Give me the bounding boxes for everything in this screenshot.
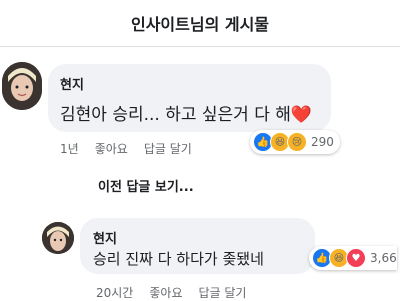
reply-reactions[interactable]: 👍 😆 ♥ 3,66 xyxy=(309,246,397,270)
sad-reaction-icon: 😢 xyxy=(287,132,307,152)
reply-reply-link[interactable]: 답글 달기 xyxy=(198,284,246,301)
comment-actions: 1년 좋아요 답글 달기 xyxy=(60,140,192,157)
view-previous-replies-link[interactable]: 이전 답글 보기... xyxy=(98,176,194,195)
reaction-count: 290 xyxy=(311,135,334,149)
comment-time: 1년 xyxy=(60,142,79,156)
comment-like-link[interactable]: 좋아요 xyxy=(95,140,128,157)
comment-text-body: 김현아 승리... 하고 싶은거 다 해 xyxy=(60,105,291,125)
avatar[interactable] xyxy=(42,222,74,254)
comment-author[interactable]: 현지 xyxy=(60,74,84,93)
heart-emoji: ❤️ xyxy=(290,105,313,125)
reply-time: 20시간 xyxy=(96,286,134,300)
love-reaction-icon: ♥ xyxy=(346,248,366,268)
comment-text: 김현아 승리... 하고 싶은거 다 해❤️ xyxy=(60,100,312,125)
comment-reactions[interactable]: 👍 😆 😢 290 xyxy=(250,130,340,154)
reply-actions: 20시간 좋아요 답글 달기 xyxy=(96,284,246,301)
reaction-count: 3,66 xyxy=(370,251,397,265)
page-title: 인사이트님의 게시물 xyxy=(130,15,270,34)
comment-reply-link[interactable]: 답글 달기 xyxy=(144,140,192,157)
post-header: 인사이트님의 게시물 xyxy=(0,0,400,47)
reply-like-link[interactable]: 좋아요 xyxy=(149,284,182,301)
reply-author[interactable]: 현지 xyxy=(93,228,117,247)
avatar[interactable] xyxy=(2,62,42,110)
reply-text: 승리 진짜 다 하다가 좆됐네 xyxy=(93,250,264,268)
